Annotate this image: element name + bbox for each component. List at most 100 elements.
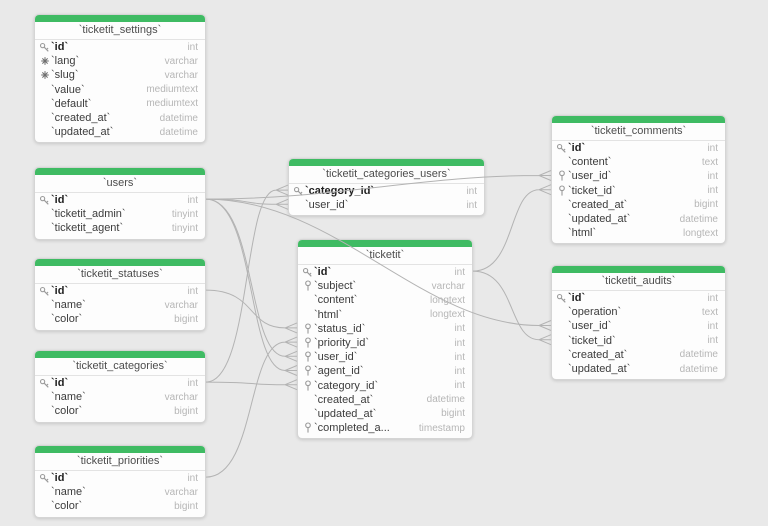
- column-row-ticketit_agent[interactable]: `ticketit_agent`tinyint: [35, 221, 205, 235]
- column-row-created_at[interactable]: `created_at`datetime: [552, 348, 725, 362]
- primary-key-icon: [292, 186, 305, 197]
- table-ticketit[interactable]: `ticketit``id`int`subject`varchar`conten…: [297, 239, 473, 439]
- column-row-updated_at[interactable]: `updated_at`datetime: [552, 362, 725, 376]
- column-row-color[interactable]: `color` bigint: [35, 312, 205, 326]
- table-ticketit_statuses[interactable]: `ticketit_statuses``id`int`name`varchar`…: [34, 258, 206, 331]
- column-name: `operation`: [568, 306, 696, 318]
- column-row-updated_at[interactable]: `updated_at`bigint: [298, 407, 472, 421]
- column-row-category_id[interactable]: `category_id`int: [289, 184, 484, 198]
- column-type: bigint: [174, 406, 198, 417]
- column-name: `completed_a...: [314, 422, 413, 434]
- table-title-ticketit_priorities: `ticketit_priorities`: [35, 453, 205, 471]
- relationship-line: [206, 380, 297, 390]
- column-type: datetime: [680, 364, 718, 375]
- column-row-created_at[interactable]: `created_at` datetime: [35, 111, 205, 125]
- column-row-user_id[interactable]: `user_id`int: [298, 350, 472, 364]
- column-row-category_id[interactable]: `category_id` int: [298, 379, 472, 393]
- column-row-user_id[interactable]: `user_id`int: [289, 198, 484, 212]
- column-name: `category_id`: [305, 185, 460, 197]
- column-row-lang[interactable]: `lang`varchar: [35, 54, 205, 68]
- column-type: int: [707, 171, 718, 182]
- column-type: int: [454, 323, 465, 334]
- column-row-id[interactable]: `id`int: [35, 40, 205, 54]
- column-type: mediumtext: [146, 98, 198, 109]
- column-row-updated_at[interactable]: `updated_at`datetime: [35, 125, 205, 139]
- column-type: int: [454, 267, 465, 278]
- table-ticketit_priorities[interactable]: `ticketit_priorities``id` int`name`varcha…: [34, 445, 206, 518]
- column-type: int: [466, 200, 477, 211]
- column-row-id[interactable]: `id` int: [35, 471, 205, 485]
- column-type: int: [187, 473, 198, 484]
- column-row-status_id[interactable]: `status_id`int: [298, 322, 472, 336]
- column-type: int: [454, 380, 465, 391]
- table-users[interactable]: `users``id`int`ticketit_admin`tinyint`ti…: [34, 167, 206, 240]
- column-row-color[interactable]: `color`bigint: [35, 499, 205, 513]
- column-name: `created_at`: [568, 349, 674, 361]
- column-row-updated_at[interactable]: `updated_at`datetime: [552, 212, 725, 226]
- table-title-ticketit_categories: `ticketit_categories`: [35, 358, 205, 376]
- column-row-name[interactable]: `name`varchar: [35, 485, 205, 499]
- column-name: `ticketit_agent`: [51, 222, 166, 234]
- column-type: datetime: [160, 127, 198, 138]
- column-type: bigint: [174, 501, 198, 512]
- table-ticketit_audits[interactable]: `ticketit_audits``id`int`operation`text`…: [551, 265, 726, 380]
- column-row-created_at[interactable]: `created_at`datetime: [298, 393, 472, 407]
- column-type: int: [187, 42, 198, 53]
- column-row-ticketit_admin[interactable]: `ticketit_admin`tinyint: [35, 207, 205, 221]
- column-type: text: [702, 307, 718, 318]
- column-row-agent_id[interactable]: `agent_id`int: [298, 364, 472, 378]
- table-ticketit_comments[interactable]: `ticketit_comments``id`int`content`text`…: [551, 115, 726, 244]
- primary-key-icon: [555, 143, 568, 154]
- column-name: `created_at`: [51, 112, 154, 124]
- column-row-id[interactable]: `id`int: [298, 265, 472, 279]
- column-name: `user_id`: [568, 320, 701, 332]
- column-row-created_at[interactable]: `created_at`bigint: [552, 198, 725, 212]
- column-type: varchar: [165, 56, 198, 67]
- column-type: int: [454, 352, 465, 363]
- table-ticketit_categories[interactable]: `ticketit_categories``id`int`name`varcha…: [34, 350, 206, 423]
- foreign-key-icon: [301, 365, 314, 377]
- column-row-name[interactable]: `name`varchar: [35, 298, 205, 312]
- column-name: `ticketit_admin`: [51, 208, 166, 220]
- column-row-completed_a[interactable]: `completed_a...timestamp: [298, 421, 472, 435]
- column-row-id[interactable]: `id`int: [552, 291, 725, 305]
- column-row-id[interactable]: `id`int: [552, 141, 725, 155]
- column-name: `color`: [51, 313, 168, 325]
- column-row-name[interactable]: `name`varchar: [35, 390, 205, 404]
- primary-key-icon: [38, 473, 51, 484]
- table-ticketit_categories_users[interactable]: `ticketit_categories_users``category_id`…: [288, 158, 485, 216]
- column-row-id[interactable]: `id`int: [35, 193, 205, 207]
- column-name: `id`: [51, 472, 181, 484]
- column-row-subject[interactable]: `subject`varchar: [298, 279, 472, 293]
- column-row-ticket_id[interactable]: `ticket_id`int: [552, 184, 725, 198]
- column-row-default[interactable]: `default`mediumtext: [35, 97, 205, 111]
- column-type: int: [187, 378, 198, 389]
- column-row-id[interactable]: `id`int: [35, 376, 205, 390]
- column-type: longtext: [430, 309, 465, 320]
- column-row-slug[interactable]: `slug`varchar: [35, 68, 205, 82]
- column-type: datetime: [160, 113, 198, 124]
- column-row-html[interactable]: `html`longtext: [552, 226, 725, 240]
- column-row-color[interactable]: `color`bigint: [35, 404, 205, 418]
- column-row-content[interactable]: `content`longtext: [298, 293, 472, 307]
- relationship-line: [206, 290, 297, 333]
- column-name: `id`: [568, 142, 701, 154]
- column-row-content[interactable]: `content`text: [552, 155, 725, 169]
- column-row-id[interactable]: `id`int: [35, 284, 205, 298]
- column-row-value[interactable]: `value`mediumtext: [35, 83, 205, 97]
- column-row-html[interactable]: `html`longtext: [298, 308, 472, 322]
- column-name: `category_id`: [314, 380, 448, 392]
- column-type: bigint: [174, 314, 198, 325]
- column-row-user_id[interactable]: `user_id`int: [552, 169, 725, 183]
- table-header-bar: [298, 240, 472, 247]
- column-name: `name`: [51, 391, 159, 403]
- table-ticketit_settings[interactable]: `ticketit_settings``id`int`lang`varchar`…: [34, 14, 206, 143]
- diagram-canvas[interactable]: `ticketit_settings``id`int`lang`varchar`…: [0, 0, 768, 526]
- column-name: `content`: [568, 156, 696, 168]
- column-row-priority_id[interactable]: `priority_id`int: [298, 336, 472, 350]
- column-row-ticket_id[interactable]: `ticket_id`int: [552, 334, 725, 348]
- column-row-operation[interactable]: `operation` text: [552, 305, 725, 319]
- column-row-user_id[interactable]: `user_id`int: [552, 319, 725, 333]
- column-type: bigint: [694, 199, 718, 210]
- column-name: `content`: [314, 294, 424, 306]
